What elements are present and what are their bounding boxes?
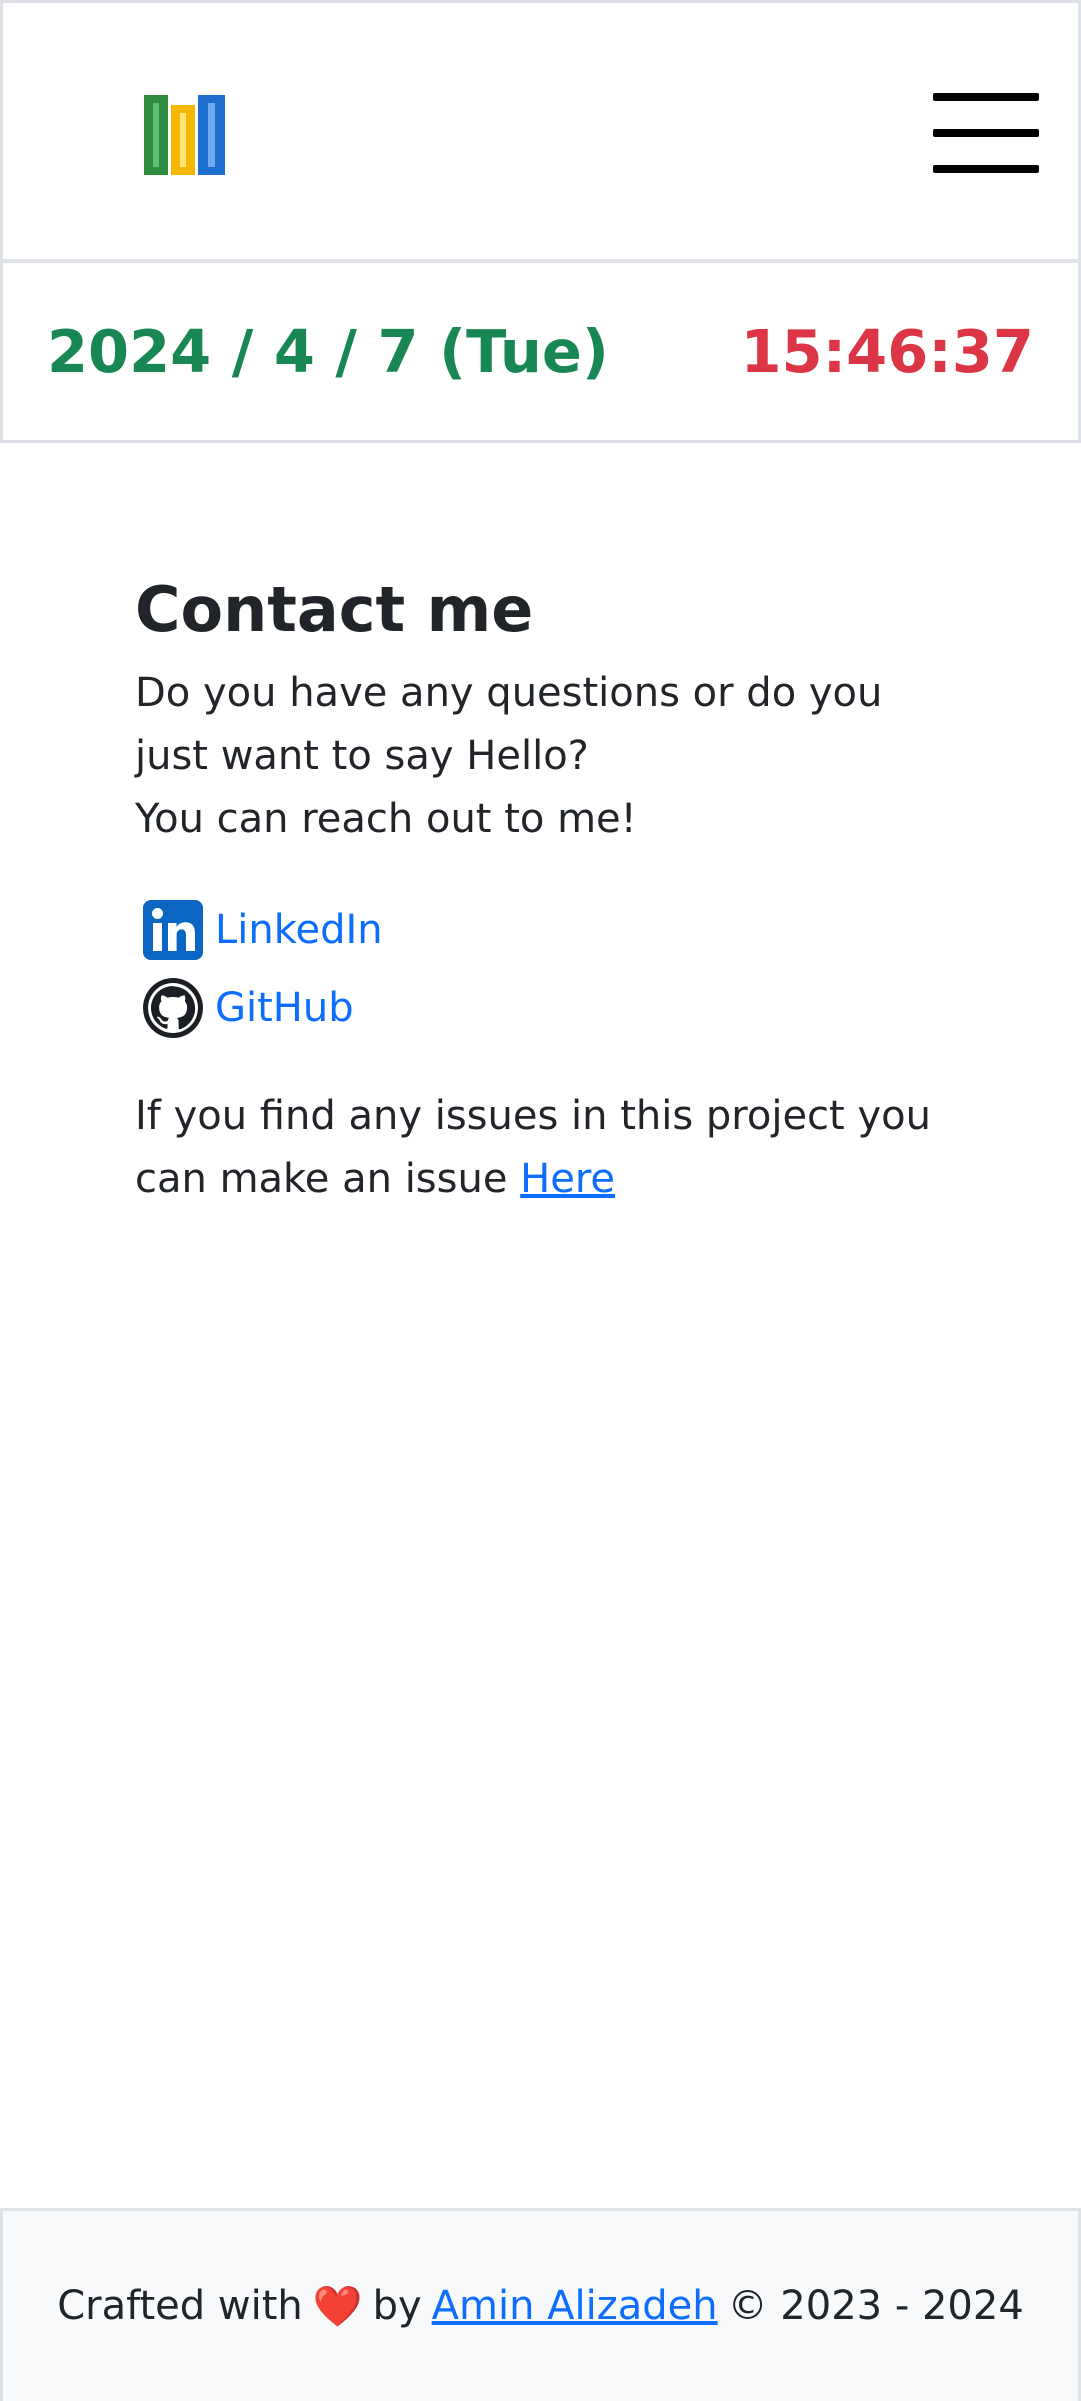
issues-here-link[interactable]: Here xyxy=(520,1156,615,1202)
contact-section: Contact me Do you have any questions or … xyxy=(135,570,935,1251)
footer-crafted-text: Crafted with xyxy=(57,2283,303,2329)
author-link[interactable]: Amin Alizadeh xyxy=(432,2283,718,2329)
top-navbar xyxy=(0,0,1081,263)
github-link-row[interactable]: GitHub xyxy=(135,969,935,1047)
heart-icon: ❤️ xyxy=(312,2283,363,2330)
contact-intro: Do you have any questions or do you just… xyxy=(135,662,935,851)
intro-line-1: Do you have any questions or do you just… xyxy=(135,670,883,779)
hamburger-bar xyxy=(933,129,1039,137)
linkedin-link[interactable]: LinkedIn xyxy=(215,907,383,953)
date-time-bar: 2024 / 4 / 7 (Tue) 15:46:37 xyxy=(0,263,1081,443)
social-links: LinkedIn GitHub xyxy=(135,891,935,1047)
page-footer: Crafted with ❤️ by Amin Alizadeh © 2023 … xyxy=(0,2208,1081,2401)
issues-note: If you find any issues in this project y… xyxy=(135,1085,935,1211)
github-icon[interactable] xyxy=(141,976,205,1040)
hamburger-menu-button[interactable] xyxy=(933,91,1041,175)
linkedin-icon[interactable] xyxy=(141,898,205,962)
books-logo-icon[interactable] xyxy=(144,95,225,175)
page-title: Contact me xyxy=(135,573,534,646)
current-date: 2024 / 4 / 7 (Tue) xyxy=(47,317,609,386)
footer-by-text: by xyxy=(372,2283,422,2329)
linkedin-link-row[interactable]: LinkedIn xyxy=(135,891,935,969)
footer-copyright: © 2023 - 2024 xyxy=(727,2283,1024,2329)
github-link[interactable]: GitHub xyxy=(215,985,354,1031)
current-time: 15:46:37 xyxy=(740,317,1034,386)
hamburger-bar xyxy=(933,165,1039,173)
intro-line-2: You can reach out to me! xyxy=(135,796,637,842)
hamburger-menu-icon xyxy=(933,93,1039,101)
